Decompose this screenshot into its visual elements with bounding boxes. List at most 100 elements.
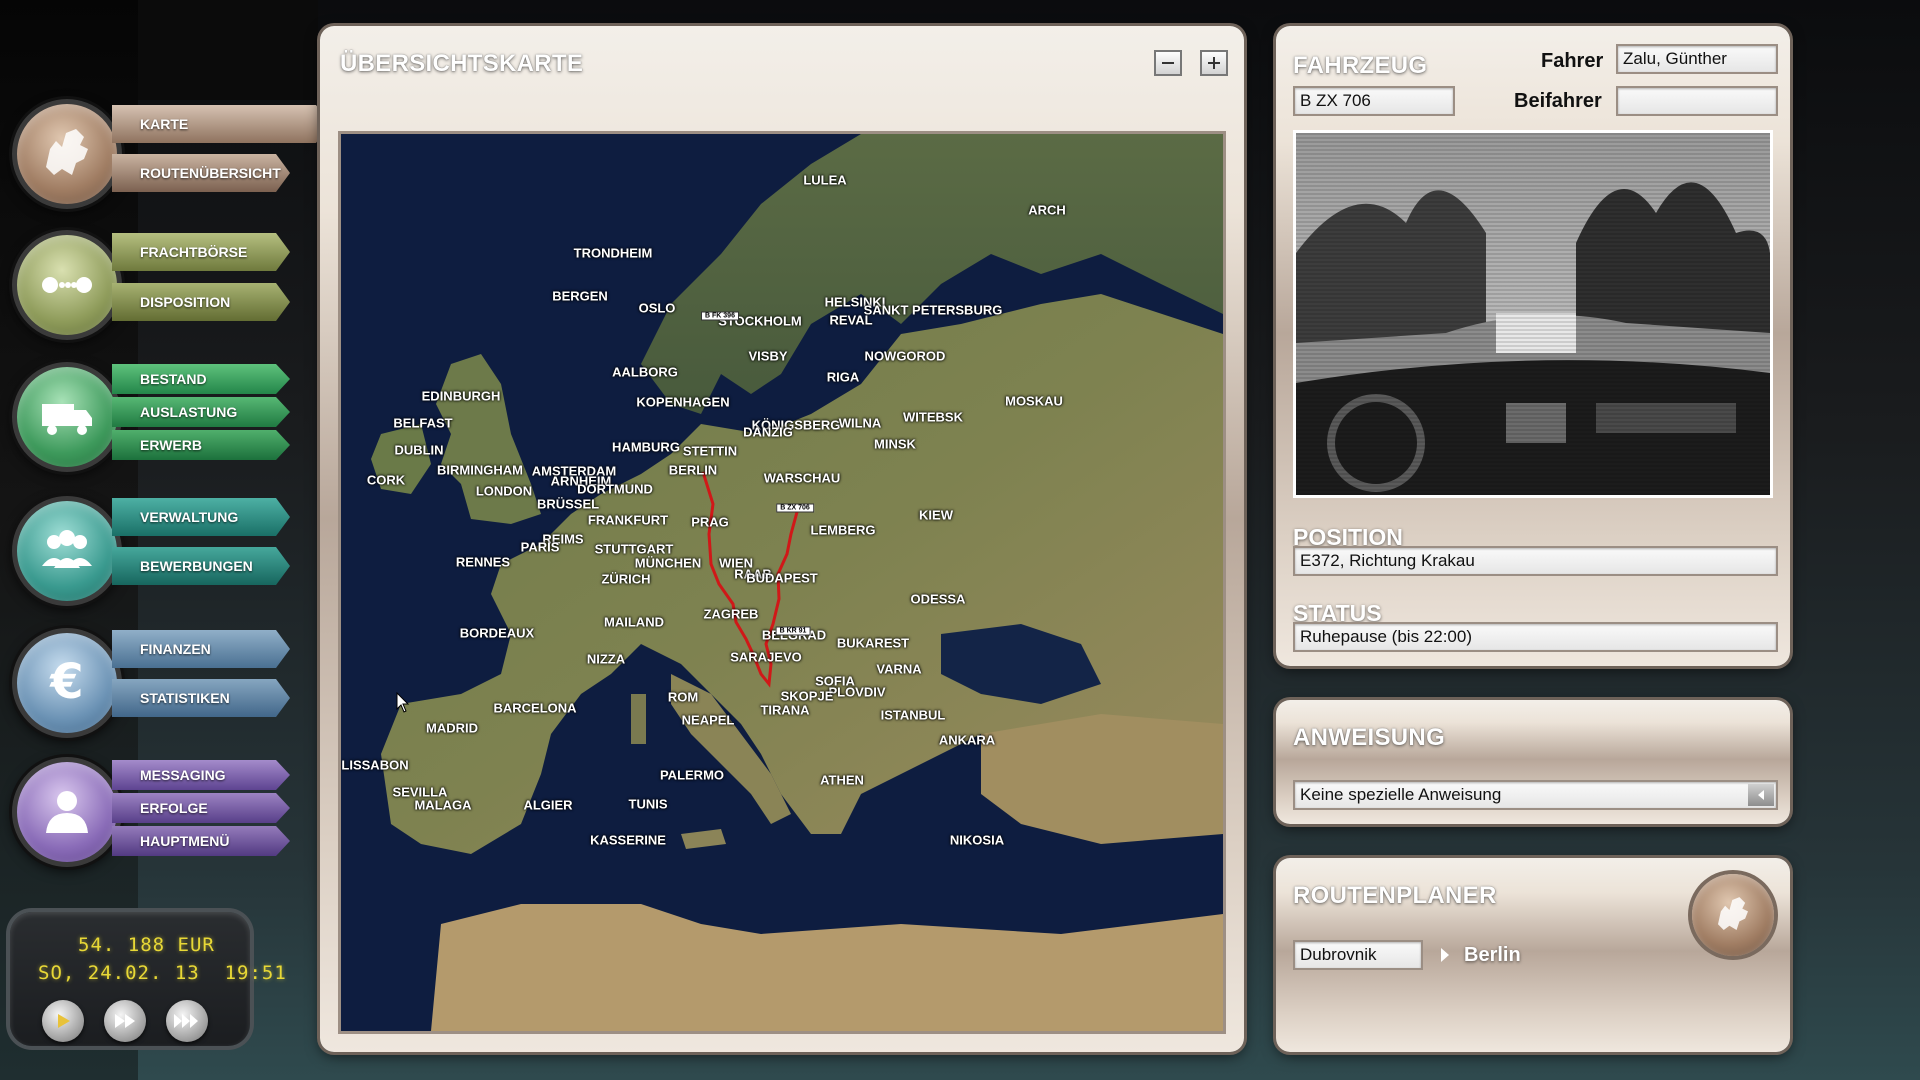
menu-group-finance: € FINANZEN STATISTIKEN: [12, 622, 312, 742]
city-label: BUKAREST: [836, 635, 910, 651]
menu-finanzen-button[interactable]: FINANZEN: [112, 630, 290, 668]
zoom-out-button[interactable]: [1154, 50, 1182, 76]
city-label: PLOVDIV: [828, 684, 886, 700]
menu-group-freight: FRACHTBÖRSE DISPOSITION: [12, 228, 312, 348]
city-label: OSLO: [638, 300, 676, 316]
city-label: BRÜSSEL: [536, 496, 600, 512]
city-label: LULEA: [803, 172, 847, 188]
city-label: TIRANA: [760, 702, 810, 718]
zoom-in-button[interactable]: [1200, 50, 1228, 76]
city-label: KIEW: [919, 507, 953, 523]
money-display: 54. 188 EUR: [78, 934, 215, 956]
city-label: EDINBURGH: [421, 388, 501, 404]
city-label: BERLIN: [668, 462, 718, 478]
driver-label: Fahrer: [1541, 50, 1604, 72]
instruction-title: ANWEISUNG: [1293, 724, 1446, 751]
routeplanner-title: ROUTENPLANER: [1293, 882, 1497, 909]
city-label: AALBORG: [612, 364, 678, 380]
city-label: KOPENHAGEN: [636, 394, 730, 410]
driver-field[interactable]: Zalu, Günther: [1616, 44, 1778, 74]
city-label: MALAGA: [414, 797, 472, 813]
city-label: BARCELONA: [493, 700, 577, 716]
city-label: LONDON: [475, 483, 533, 499]
truck-marker[interactable]: B KR 91: [775, 626, 811, 636]
status-field: Ruhepause (bis 22:00): [1293, 622, 1778, 652]
menu-auslastung-button[interactable]: AUSLASTUNG: [112, 397, 290, 427]
city-label: DORTMUND: [577, 481, 653, 497]
route-from-field[interactable]: Dubrovnik: [1293, 940, 1423, 970]
city-label: SANKT PETERSBURG: [863, 302, 1003, 318]
city-label: MINSK: [874, 436, 916, 452]
city-label: STUTTGART: [594, 541, 674, 557]
city-label: SKOPJE: [780, 688, 834, 704]
fastest-speed-button[interactable]: [166, 1000, 208, 1042]
play-speed-button[interactable]: [42, 1000, 84, 1042]
instruction-panel: ANWEISUNG Keine spezielle Anweisung: [1276, 700, 1790, 824]
city-label: ALGIER: [523, 797, 573, 813]
menu-hauptmenue-button[interactable]: HAUPTMENÜ: [112, 826, 290, 856]
city-label: NOWGOROD: [864, 348, 946, 364]
city-label: PRAG: [691, 514, 729, 530]
city-label: REVAL: [829, 312, 873, 328]
city-label: TRONDHEIM: [573, 245, 653, 261]
menu-frachtboerse-button[interactable]: FRACHTBÖRSE: [112, 233, 290, 271]
city-label: LEMBERG: [810, 522, 876, 538]
menu-routenuebersicht-button[interactable]: ROUTENÜBERSICHT: [112, 154, 290, 192]
city-label: SARAJEVO: [730, 649, 802, 665]
menu-group-messaging: MESSAGING ERFOLGE HAUPTMENÜ: [12, 752, 312, 872]
city-label: KASSERINE: [590, 832, 666, 848]
menu-bestand-button[interactable]: BESTAND: [112, 364, 290, 394]
menu-group-fleet: BESTAND AUSLASTUNG ERWERB: [12, 360, 312, 480]
codriver-field[interactable]: [1616, 86, 1778, 116]
city-label: WITEBSK: [903, 409, 963, 425]
city-label: WILNA: [838, 415, 882, 431]
city-label: WARSCHAU: [763, 470, 841, 486]
svg-text:€: €: [49, 654, 83, 710]
europe-map[interactable]: LULEA ARCH TRONDHEIM BERGEN OSLO HELSINKI SANK…: [338, 131, 1226, 1034]
city-label: ANKARA: [938, 732, 996, 748]
routeplanner-panel: ROUTENPLANER Dubrovnik Berlin: [1276, 858, 1790, 1052]
menu-messaging-button[interactable]: MESSAGING: [112, 760, 290, 790]
instruction-select[interactable]: Keine spezielle Anweisung: [1293, 780, 1778, 810]
city-label: ROM: [667, 689, 699, 705]
city-label: MOSKAU: [1005, 393, 1063, 409]
menu-bewerbungen-button[interactable]: BEWERBUNGEN: [112, 547, 290, 585]
city-label: MADRID: [426, 720, 478, 736]
city-label: TUNIS: [628, 796, 668, 812]
menu-karte-button[interactable]: KARTE: [112, 105, 330, 143]
arrow-right-icon: [1441, 948, 1449, 962]
fast-forward-icon: [115, 1014, 135, 1028]
person-icon: [12, 757, 122, 867]
menu-disposition-button[interactable]: DISPOSITION: [112, 283, 290, 321]
menu-erfolge-button[interactable]: ERFOLGE: [112, 793, 290, 823]
city-label: ATHEN: [820, 772, 864, 788]
europe-map-icon: [12, 99, 122, 209]
routeplanner-map-button[interactable]: [1692, 874, 1774, 956]
city-label: LISSABON: [341, 757, 409, 773]
city-label: NIZZA: [586, 651, 626, 667]
city-label: MÜNCHEN: [634, 555, 702, 571]
city-label: BELFAST: [393, 415, 453, 431]
city-label: DANZIG: [743, 424, 793, 440]
city-label: VARNA: [876, 661, 922, 677]
city-label: ZÜRICH: [601, 571, 651, 587]
truck-marker[interactable]: B FK 396: [701, 311, 739, 321]
city-label: PARIS: [520, 539, 560, 555]
menu-group-map: KARTE ROUTENÜBERSICHT: [12, 94, 312, 214]
city-label: BIRMINGHAM: [437, 462, 523, 478]
menu-verwaltung-button[interactable]: VERWALTUNG: [112, 498, 290, 536]
plate-field[interactable]: B ZX 706: [1293, 86, 1455, 116]
instruction-value: Keine spezielle Anweisung: [1300, 785, 1502, 804]
fast-speed-button[interactable]: [104, 1000, 146, 1042]
vehicle-panel: FAHRZEUG Fahrer Zalu, Günther B ZX 706 B…: [1276, 26, 1790, 666]
clock-panel: 54. 188 EUR SO, 24.02. 13 19:51: [10, 912, 286, 1046]
truck-marker[interactable]: B ZX 706: [776, 503, 814, 513]
city-label: BORDEAUX: [459, 625, 535, 641]
menu-erwerb-button[interactable]: ERWERB: [112, 430, 290, 460]
chevron-left-icon: [1758, 790, 1764, 800]
dropdown-arrow-button[interactable]: [1748, 784, 1774, 806]
route-to-label: Berlin: [1464, 944, 1521, 966]
city-label: RIGA: [826, 369, 860, 385]
menu-statistiken-button[interactable]: STATISTIKEN: [112, 679, 290, 717]
vehicle-camera-image: [1293, 130, 1773, 498]
